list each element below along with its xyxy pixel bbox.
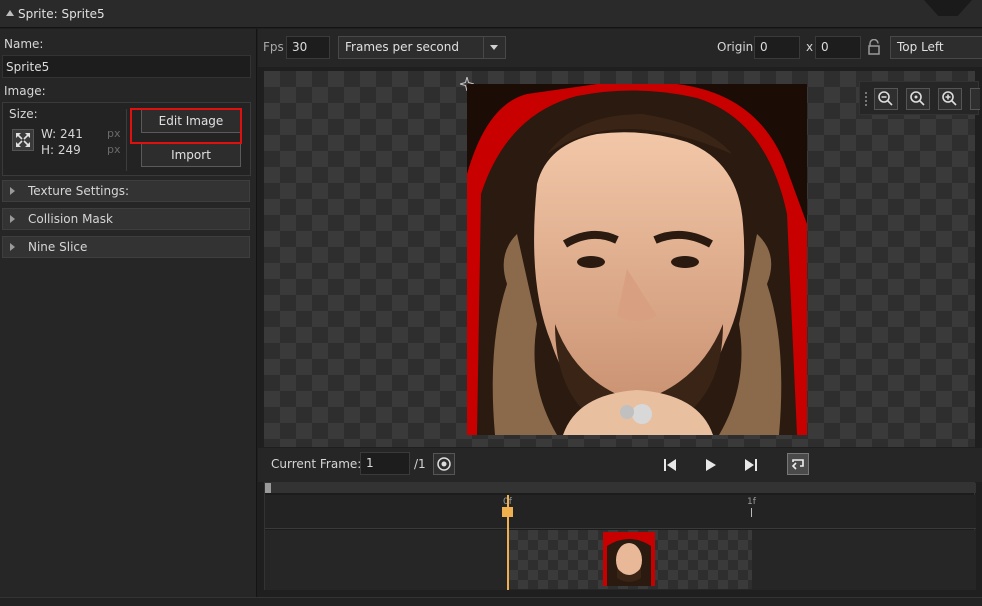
origin-label: Origin [717, 40, 754, 54]
image-label: Image: [4, 84, 46, 98]
onion-skin-icon [437, 457, 451, 471]
timeline-scrubber[interactable] [265, 483, 976, 493]
tick-mark [751, 508, 752, 517]
collision-mask-section[interactable]: Collision Mask [2, 208, 250, 230]
chevron-down-icon[interactable] [483, 37, 505, 58]
sprite-toolbar: Fps 30 Frames per second Origin 0 x 0 To… [258, 29, 982, 67]
section-title: Collision Mask [28, 212, 113, 226]
zoom-toolbar [859, 81, 980, 115]
current-frame-label: Current Frame: [271, 457, 362, 471]
section-title: Texture Settings: [28, 184, 130, 198]
tick-label: 1f [747, 497, 756, 507]
size-label: Size: [9, 107, 38, 121]
timeline-ruler[interactable]: 0f 1f [265, 495, 976, 529]
fps-label: Fps [263, 40, 284, 54]
window-title: Sprite: Sprite5 [18, 7, 105, 21]
origin-preset-value: Top Left [897, 40, 944, 54]
section-title: Nine Slice [28, 240, 88, 254]
skip-to-start-icon[interactable] [659, 454, 681, 476]
texture-settings-section[interactable]: Texture Settings: [2, 180, 250, 202]
collapse-triangle-icon[interactable] [6, 10, 14, 16]
sprite-name-input[interactable]: Sprite5 [2, 55, 251, 78]
frame-timeline[interactable]: 0f 1f [264, 482, 976, 590]
current-frame-input[interactable]: 1 [360, 452, 410, 475]
nine-slice-section[interactable]: Nine Slice [2, 236, 250, 258]
frame-track[interactable] [265, 530, 976, 590]
zoom-reset-button[interactable] [906, 88, 930, 110]
name-label: Name: [4, 37, 44, 51]
expand-arrow-icon [10, 187, 15, 195]
origin-separator: x [806, 40, 814, 54]
width-unit: px [107, 127, 121, 140]
bottom-resize-bar[interactable] [0, 597, 982, 606]
origin-x-input[interactable]: 0 [754, 36, 800, 59]
skip-to-end-icon[interactable] [740, 454, 762, 476]
zoom-fit-button[interactable] [970, 88, 980, 110]
playback-bar: Current Frame: 1 /1 [258, 448, 982, 482]
height-unit: px [107, 143, 121, 156]
resize-arrows-icon[interactable] [12, 129, 34, 151]
expand-arrow-icon [10, 215, 15, 223]
play-icon[interactable] [699, 454, 721, 476]
zoom-in-button[interactable] [938, 88, 962, 110]
lock-icon[interactable] [867, 38, 881, 55]
window-notch [924, 0, 972, 16]
frame-thumbnail[interactable] [603, 532, 655, 586]
loop-icon [791, 459, 804, 470]
sprite-properties-panel: Name: Sprite5 Image: Size: W: 241 H: 249… [0, 29, 257, 597]
zoom-out-icon [878, 91, 893, 106]
sprite-editor-titlebar: Sprite: Sprite5 [0, 0, 982, 28]
playhead-handle[interactable] [502, 507, 513, 517]
zoom-out-button[interactable] [874, 88, 898, 110]
zoom-reset-icon [910, 91, 925, 106]
fps-mode-dropdown[interactable]: Frames per second [338, 36, 506, 59]
scrub-handle[interactable] [265, 483, 271, 493]
onion-skin-button[interactable] [433, 453, 455, 475]
width-value: W: 241 [41, 127, 83, 141]
origin-y-input[interactable]: 0 [815, 36, 861, 59]
import-highlight-box [130, 108, 242, 144]
sprite-image [467, 84, 807, 435]
expand-arrow-icon [10, 243, 15, 251]
fps-mode-value: Frames per second [345, 40, 459, 54]
frame-total: /1 [414, 457, 426, 471]
loop-button[interactable] [787, 453, 809, 475]
zoom-in-icon [942, 91, 957, 106]
sprite-canvas[interactable] [264, 71, 980, 447]
fps-input[interactable]: 30 [286, 36, 330, 59]
height-value: H: 249 [41, 143, 81, 157]
import-button[interactable]: Import [141, 143, 241, 167]
divider [126, 109, 127, 171]
drag-handle-icon[interactable] [865, 92, 869, 106]
origin-preset-dropdown[interactable]: Top Left [890, 36, 982, 59]
